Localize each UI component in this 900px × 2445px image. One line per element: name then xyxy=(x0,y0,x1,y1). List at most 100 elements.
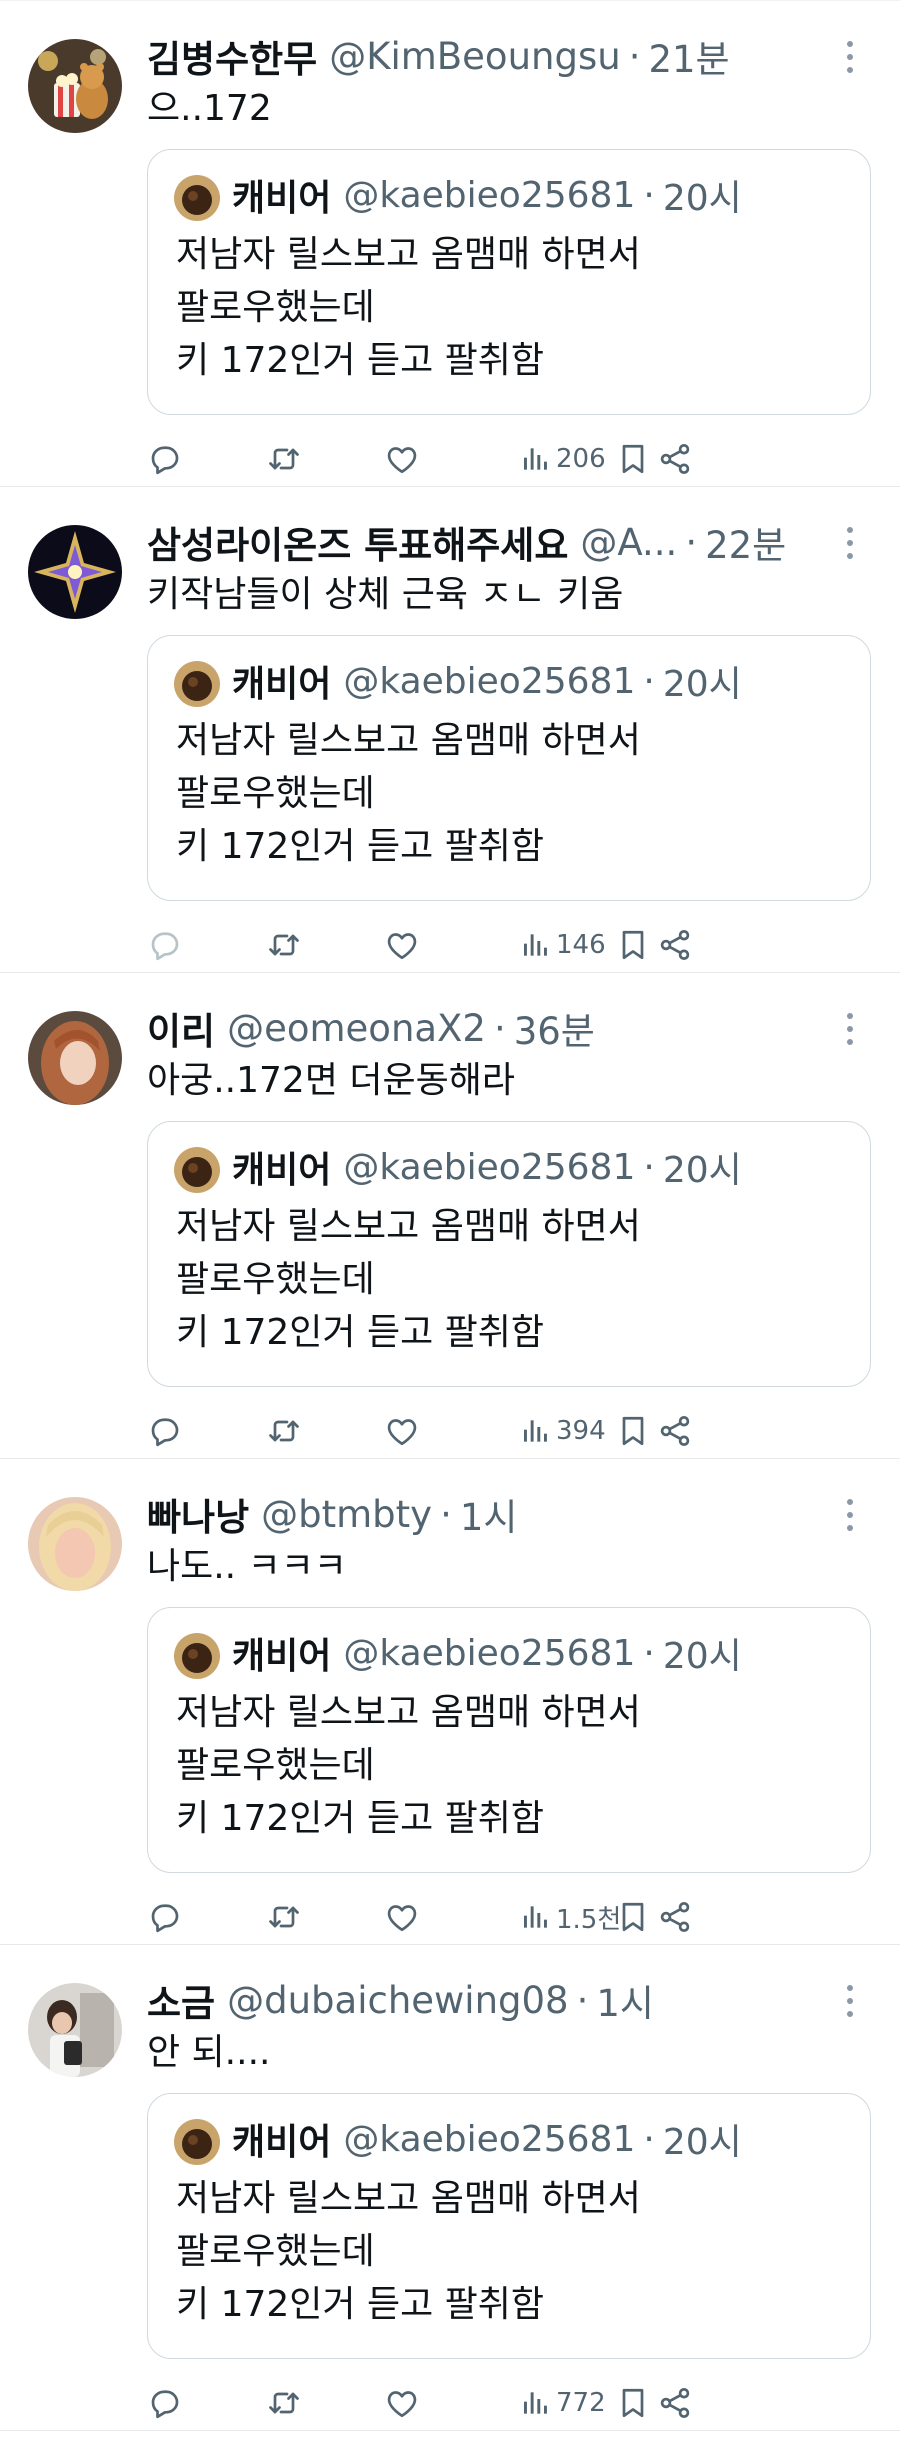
quoted-user-handle[interactable]: @kaebieo25681 xyxy=(343,175,635,216)
quoted-timestamp[interactable]: 20시 xyxy=(663,655,742,707)
tweet-text: 안 되.... xyxy=(147,2032,271,2073)
reply-icon[interactable] xyxy=(147,923,183,967)
quoted-display-name[interactable]: 캐비어 xyxy=(232,655,331,707)
quoted-tweet[interactable]: 캐비어 @kaebieo25681 · 20시 저남자 릴스보고 옴맴매 하면서… xyxy=(147,1607,871,1873)
tweet[interactable]: 소금 @dubaichewing08 · 1시 안 되.... 캐비어 @kae… xyxy=(0,1945,900,2431)
quoted-tweet[interactable]: 캐비어 @kaebieo25681 · 20시 저남자 릴스보고 옴맴매 하면서… xyxy=(147,635,871,901)
retweet-icon[interactable] xyxy=(266,437,302,481)
reply-icon[interactable] xyxy=(147,1409,183,1453)
display-name[interactable]: 김병수한무 xyxy=(147,29,317,83)
more-options-icon[interactable] xyxy=(840,1013,860,1045)
more-options-icon[interactable] xyxy=(840,527,860,559)
display-name[interactable]: 소금 xyxy=(147,1973,215,2027)
quoted-display-name[interactable]: 캐비어 xyxy=(232,1627,331,1679)
timeline-feed: 김병수한무 @KimBeoungsu · 21분 으..172 캐비어 @kae… xyxy=(0,0,900,2445)
avatar[interactable] xyxy=(28,1011,122,1105)
user-handle[interactable]: @btmbty xyxy=(261,1493,432,1536)
timestamp[interactable]: 1시 xyxy=(460,1487,518,1541)
quoted-tweet[interactable]: 캐비어 @kaebieo25681 · 20시 저남자 릴스보고 옴맴매 하면서… xyxy=(147,1121,871,1387)
separator-dot: · xyxy=(628,34,641,78)
quoted-header: 캐비어 @kaebieo25681 · 20시 xyxy=(232,1628,742,1678)
quoted-user-handle[interactable]: @kaebieo25681 xyxy=(343,661,635,702)
reply-icon[interactable] xyxy=(147,437,183,481)
tweet-header: 삼성라이온즈 투표해주세요 @A... · 22분 xyxy=(147,515,810,569)
more-options-icon[interactable] xyxy=(840,1985,860,2017)
like-icon[interactable] xyxy=(384,437,420,481)
quoted-tweet[interactable]: 캐비어 @kaebieo25681 · 20시 저남자 릴스보고 옴맴매 하면서… xyxy=(147,2093,871,2359)
display-name[interactable]: 빠나낭 xyxy=(147,1487,249,1541)
views-icon xyxy=(524,1906,547,1928)
quoted-timestamp[interactable]: 20시 xyxy=(663,169,742,221)
avatar[interactable] xyxy=(28,1983,122,2077)
quoted-avatar[interactable] xyxy=(174,661,220,707)
user-handle[interactable]: @eomeonaX2 xyxy=(227,1007,486,1050)
views-button[interactable]: 1.5천 xyxy=(520,1895,621,1939)
share-icon[interactable] xyxy=(657,1895,693,1939)
retweet-icon[interactable] xyxy=(266,1409,302,1453)
separator-dot: · xyxy=(643,1632,655,1674)
timestamp[interactable]: 22분 xyxy=(705,515,786,569)
user-handle[interactable]: @A... xyxy=(580,521,677,564)
bookmark-icon[interactable] xyxy=(615,1409,651,1453)
like-icon[interactable] xyxy=(384,2381,420,2425)
tweet[interactable]: 김병수한무 @KimBeoungsu · 21분 으..172 캐비어 @kae… xyxy=(0,1,900,487)
reply-icon[interactable] xyxy=(147,1895,183,1939)
more-options-icon[interactable] xyxy=(840,1499,860,1531)
food-photo-avatar-icon xyxy=(174,1633,220,1679)
quoted-display-name[interactable]: 캐비어 xyxy=(232,169,331,221)
tweet-text: 나도.. ㅋㅋㅋ xyxy=(147,1546,347,1587)
action-bar: 1.5천 xyxy=(140,1895,880,1939)
quoted-timestamp[interactable]: 20시 xyxy=(663,1141,742,1193)
bookmark-icon[interactable] xyxy=(615,2381,651,2425)
quoted-avatar[interactable] xyxy=(174,2119,220,2165)
quoted-header: 캐비어 @kaebieo25681 · 20시 xyxy=(232,656,742,706)
retweet-icon[interactable] xyxy=(266,1895,302,1939)
avatar[interactable] xyxy=(28,525,122,619)
tweet[interactable]: 삼성라이온즈 투표해주세요 @A... · 22분 키작남들이 상체 근육 ㅈㄴ… xyxy=(0,487,900,973)
bookmark-icon[interactable] xyxy=(615,923,651,967)
quoted-user-handle[interactable]: @kaebieo25681 xyxy=(343,1633,635,1674)
share-icon[interactable] xyxy=(657,2381,693,2425)
share-icon[interactable] xyxy=(657,437,693,481)
reply-icon[interactable] xyxy=(147,2381,183,2425)
like-icon[interactable] xyxy=(384,923,420,967)
like-icon[interactable] xyxy=(384,1895,420,1939)
share-icon[interactable] xyxy=(657,923,693,967)
views-button[interactable]: 394 xyxy=(520,1409,606,1453)
like-icon[interactable] xyxy=(384,1409,420,1453)
quoted-user-handle[interactable]: @kaebieo25681 xyxy=(343,2119,635,2160)
quoted-timestamp[interactable]: 20시 xyxy=(663,1627,742,1679)
views-button[interactable]: 146 xyxy=(520,923,606,967)
tweet[interactable]: 빠나낭 @btmbty · 1시 나도.. ㅋㅋㅋ 캐비어 @kaebieo25… xyxy=(0,1459,900,1945)
quoted-avatar[interactable] xyxy=(174,1147,220,1193)
more-options-icon[interactable] xyxy=(840,41,860,73)
quoted-avatar[interactable] xyxy=(174,1633,220,1679)
user-handle[interactable]: @KimBeoungsu xyxy=(329,35,620,78)
separator-dot: · xyxy=(685,520,698,564)
action-bar: 206 xyxy=(140,437,880,481)
views-button[interactable]: 772 xyxy=(520,2381,606,2425)
bookmark-icon[interactable] xyxy=(615,1895,651,1939)
timestamp[interactable]: 1시 xyxy=(596,1973,654,2027)
quoted-display-name[interactable]: 캐비어 xyxy=(232,1141,331,1193)
quoted-tweet[interactable]: 캐비어 @kaebieo25681 · 20시 저남자 릴스보고 옴맴매 하면서… xyxy=(147,149,871,415)
retweet-icon[interactable] xyxy=(266,923,302,967)
display-name[interactable]: 이리 xyxy=(147,1001,215,1055)
separator-dot: · xyxy=(493,1006,506,1050)
action-bar: 146 xyxy=(140,923,880,967)
quoted-avatar[interactable] xyxy=(174,175,220,221)
bookmark-icon[interactable] xyxy=(615,437,651,481)
retweet-icon[interactable] xyxy=(266,2381,302,2425)
quoted-user-handle[interactable]: @kaebieo25681 xyxy=(343,1147,635,1188)
display-name[interactable]: 삼성라이온즈 투표해주세요 xyxy=(147,515,568,569)
avatar[interactable] xyxy=(28,39,122,133)
quoted-timestamp[interactable]: 20시 xyxy=(663,2113,742,2165)
timestamp[interactable]: 21분 xyxy=(648,29,729,83)
views-button[interactable]: 206 xyxy=(520,437,606,481)
timestamp[interactable]: 36분 xyxy=(514,1001,595,1055)
user-handle[interactable]: @dubaichewing08 xyxy=(227,1979,569,2022)
quoted-display-name[interactable]: 캐비어 xyxy=(232,2113,331,2165)
tweet[interactable]: 이리 @eomeonaX2 · 36분 아궁..172면 더운동해라 캐비어 @… xyxy=(0,973,900,1459)
share-icon[interactable] xyxy=(657,1409,693,1453)
avatar[interactable] xyxy=(28,1497,122,1591)
